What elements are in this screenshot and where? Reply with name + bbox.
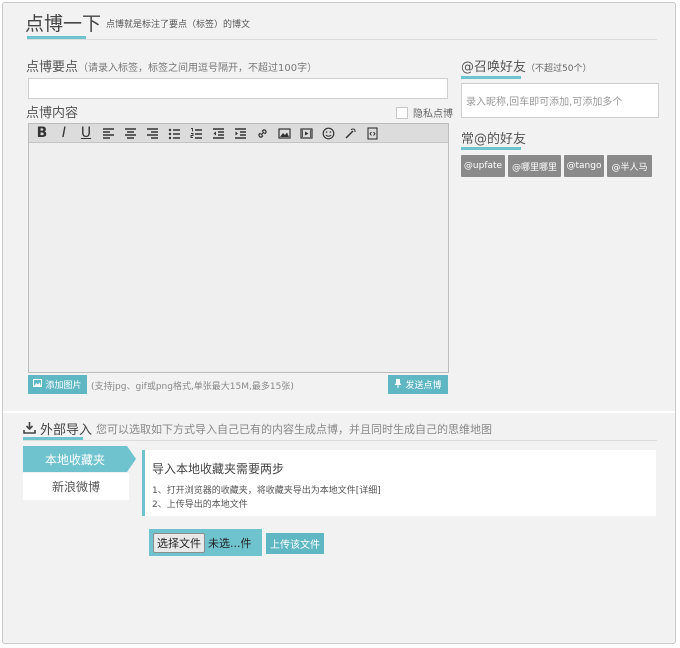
rich-text-editor[interactable]: BIU xyxy=(28,123,449,373)
points-input[interactable] xyxy=(28,78,448,99)
content-label: 点博内容 xyxy=(26,106,79,121)
upload-file-button[interactable]: 上传该文件 xyxy=(266,533,324,554)
friend-tag[interactable]: @半人马 xyxy=(607,155,652,177)
send-post-button[interactable]: 发送点博 xyxy=(388,375,448,394)
import-icon xyxy=(23,419,36,438)
magic-wand-icon[interactable] xyxy=(340,125,360,142)
private-toggle[interactable]: 隐私点博 xyxy=(396,105,453,120)
picture-icon xyxy=(33,379,43,390)
friend-tags: @upfate @哪里哪里 @tango @半人马 xyxy=(461,155,655,177)
friend-tag[interactable]: @哪里哪里 xyxy=(508,155,561,177)
import-title: 外部导入 xyxy=(40,423,93,438)
points-label: 点博要点（请录入标签，标签之间用逗号隔开，不超过100字） xyxy=(26,60,318,75)
link-icon[interactable] xyxy=(252,125,272,142)
italic-icon[interactable]: I xyxy=(54,125,74,142)
mention-limit: （不超过50个） xyxy=(526,64,592,74)
step-2: 2、上传导出的本地文件 xyxy=(152,500,248,510)
import-instructions-panel: 导入本地收藏夹需要两步 1、打开浏览器的收藏夹，将收藏夹导出为本地文件[详细] … xyxy=(142,450,656,516)
add-image-button[interactable]: 添加图片 xyxy=(28,375,87,394)
title-divider xyxy=(27,39,657,40)
tab-local-bookmarks[interactable]: 本地收藏夹 xyxy=(23,446,127,472)
pin-icon xyxy=(394,378,402,391)
bullet-list-icon[interactable] xyxy=(164,125,184,142)
tab-sina-weibo[interactable]: 新浪微博 xyxy=(23,473,129,500)
step-1: 1、打开浏览器的收藏夹，将收藏夹导出为本地文件[详细] xyxy=(152,486,381,496)
upload-hint: (支持jpg、gif或png格式,单张最大15M,最多15张) xyxy=(91,382,294,392)
import-header: 外部导入 您可以选取如下方式导入自己已有的内容生成点博，并且同时生成自己的思维地… xyxy=(23,419,492,438)
numbered-list-icon[interactable] xyxy=(186,125,206,142)
import-divider xyxy=(23,440,657,441)
mention-placeholder: 录入昵称,回车即可添加,可添加多个 xyxy=(466,97,623,108)
file-picker[interactable]: 选择文件 未选...件 xyxy=(149,529,262,556)
editor-toolbar: BIU xyxy=(29,124,448,143)
align-right-icon[interactable] xyxy=(142,125,162,142)
no-file-label: 未选...件 xyxy=(208,536,252,550)
frequent-underline xyxy=(461,147,521,150)
mention-underline xyxy=(461,76,521,79)
points-hint: （请录入标签，标签之间用逗号隔开，不超过100字） xyxy=(78,63,318,74)
import-description: 您可以选取如下方式导入自己已有的内容生成点博，并且同时生成自己的思维地图 xyxy=(96,422,493,436)
section-divider xyxy=(3,411,675,413)
private-checkbox[interactable] xyxy=(396,106,408,119)
post-panel: 点博一下 点博就是标注了要点（标签）的博文 点博要点（请录入标签，标签之间用逗号… xyxy=(2,2,676,644)
underline-icon[interactable]: U xyxy=(76,125,96,142)
indent-icon[interactable] xyxy=(230,125,250,142)
align-center-icon[interactable] xyxy=(120,125,140,142)
private-label: 隐私点博 xyxy=(413,109,453,120)
image-icon[interactable] xyxy=(274,125,294,142)
align-left-icon[interactable] xyxy=(98,125,118,142)
page-title: 点博一下 xyxy=(25,13,102,35)
panel-title: 导入本地收藏夹需要两步 xyxy=(152,462,285,476)
video-icon[interactable] xyxy=(296,125,316,142)
emoticon-icon[interactable] xyxy=(318,125,338,142)
choose-file-button[interactable]: 选择文件 xyxy=(153,532,205,553)
bold-icon[interactable]: B xyxy=(32,125,52,142)
source-code-icon[interactable] xyxy=(362,125,382,142)
friend-tag[interactable]: @upfate xyxy=(461,155,505,177)
frequent-friends-title: 常@的好友 xyxy=(461,132,527,147)
outdent-icon[interactable] xyxy=(208,125,228,142)
mention-title: @召唤好友（不超过50个） xyxy=(461,60,592,75)
mention-input[interactable]: 录入昵称,回车即可添加,可添加多个 xyxy=(461,83,659,118)
active-tab-arrow xyxy=(127,446,136,472)
page-subtitle: 点博就是标注了要点（标签）的博文 xyxy=(106,20,251,30)
friend-tag[interactable]: @tango xyxy=(564,155,604,177)
